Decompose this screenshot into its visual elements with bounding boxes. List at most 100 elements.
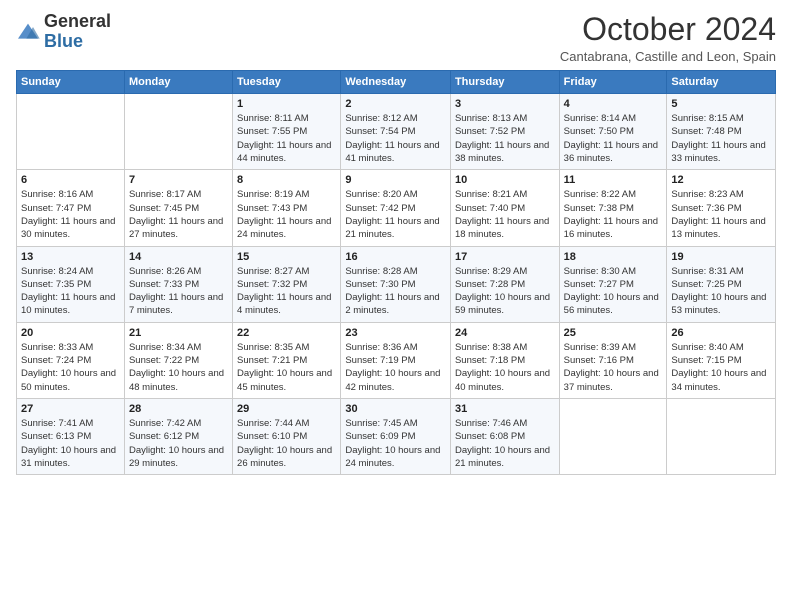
day-info: Sunrise: 8:13 AMSunset: 7:52 PMDaylight:…	[455, 112, 555, 165]
table-row: 16 Sunrise: 8:28 AMSunset: 7:30 PMDayligh…	[341, 246, 451, 322]
day-info: Sunrise: 8:39 AMSunset: 7:16 PMDaylight:…	[564, 341, 663, 394]
day-number: 20	[21, 327, 120, 339]
day-number: 14	[129, 251, 228, 263]
day-number: 6	[21, 174, 120, 186]
day-number: 31	[455, 403, 555, 415]
location-subtitle: Cantabrana, Castille and Leon, Spain	[560, 49, 776, 64]
table-row: 10Sunrise: 8:21 AMSunset: 7:40 PMDayligh…	[450, 170, 559, 246]
day-info: Sunrise: 7:41 AMSunset: 6:13 PMDaylight:…	[21, 417, 120, 470]
day-number: 1	[237, 98, 336, 110]
day-number: 12	[671, 174, 771, 186]
table-row: 21 Sunrise: 8:34 AMSunset: 7:22 PMDayligh…	[124, 322, 232, 398]
table-row: 12 Sunrise: 8:23 AMSunset: 7:36 PMDayligh…	[667, 170, 776, 246]
col-saturday: Saturday	[667, 71, 776, 94]
col-sunday: Sunday	[17, 71, 125, 94]
table-row: 29Sunrise: 7:44 AMSunset: 6:10 PMDayligh…	[233, 398, 341, 474]
table-row: 14 Sunrise: 8:26 AMSunset: 7:33 PMDayligh…	[124, 246, 232, 322]
day-number: 30	[345, 403, 446, 415]
logo-general-text: General	[44, 11, 111, 31]
day-info: Sunrise: 8:17 AMSunset: 7:45 PMDaylight:…	[129, 188, 228, 241]
logo-blue-text: Blue	[44, 31, 83, 51]
table-row: 11 Sunrise: 8:22 AMSunset: 7:38 PMDayligh…	[559, 170, 667, 246]
table-row: 31 Sunrise: 7:46 AMSunset: 6:08 PMDayligh…	[450, 398, 559, 474]
table-row: 17Sunrise: 8:29 AMSunset: 7:28 PMDayligh…	[450, 246, 559, 322]
col-friday: Friday	[559, 71, 667, 94]
day-number: 17	[455, 251, 555, 263]
table-row: 6 Sunrise: 8:16 AMSunset: 7:47 PMDaylight…	[17, 170, 125, 246]
table-row: 20 Sunrise: 8:33 AMSunset: 7:24 PMDayligh…	[17, 322, 125, 398]
day-info: Sunrise: 8:26 AMSunset: 7:33 PMDaylight:…	[129, 265, 228, 318]
day-number: 16	[345, 251, 446, 263]
day-number: 15	[237, 251, 336, 263]
day-info: Sunrise: 8:22 AMSunset: 7:38 PMDaylight:…	[564, 188, 663, 241]
col-wednesday: Wednesday	[341, 71, 451, 94]
day-info: Sunrise: 8:31 AMSunset: 7:25 PMDaylight:…	[671, 265, 771, 318]
table-row: 23 Sunrise: 8:36 AMSunset: 7:19 PMDayligh…	[341, 322, 451, 398]
day-number: 23	[345, 327, 446, 339]
table-row: 19 Sunrise: 8:31 AMSunset: 7:25 PMDayligh…	[667, 246, 776, 322]
day-number: 2	[345, 98, 446, 110]
table-row: 15Sunrise: 8:27 AMSunset: 7:32 PMDayligh…	[233, 246, 341, 322]
day-info: Sunrise: 8:15 AMSunset: 7:48 PMDaylight:…	[671, 112, 771, 165]
header: General Blue October 2024 Cantabrana, Ca…	[16, 12, 776, 64]
day-info: Sunrise: 8:21 AMSunset: 7:40 PMDaylight:…	[455, 188, 555, 241]
day-info: Sunrise: 8:28 AMSunset: 7:30 PMDaylight:…	[345, 265, 446, 318]
day-info: Sunrise: 8:20 AMSunset: 7:42 PMDaylight:…	[345, 188, 446, 241]
table-row: 7 Sunrise: 8:17 AMSunset: 7:45 PMDaylight…	[124, 170, 232, 246]
day-number: 5	[671, 98, 771, 110]
table-row: 22 Sunrise: 8:35 AMSunset: 7:21 PMDayligh…	[233, 322, 341, 398]
month-title: October 2024	[560, 12, 776, 47]
table-row	[17, 94, 125, 170]
day-number: 4	[564, 98, 663, 110]
day-number: 13	[21, 251, 120, 263]
col-thursday: Thursday	[450, 71, 559, 94]
day-number: 25	[564, 327, 663, 339]
day-number: 24	[455, 327, 555, 339]
logo: General Blue	[16, 12, 111, 52]
table-row: 30Sunrise: 7:45 AMSunset: 6:09 PMDayligh…	[341, 398, 451, 474]
day-number: 21	[129, 327, 228, 339]
day-number: 18	[564, 251, 663, 263]
day-info: Sunrise: 8:35 AMSunset: 7:21 PMDaylight:…	[237, 341, 336, 394]
calendar-table: Sunday Monday Tuesday Wednesday Thursday…	[16, 70, 776, 475]
day-info: Sunrise: 8:12 AMSunset: 7:54 PMDaylight:…	[345, 112, 446, 165]
table-row: 18Sunrise: 8:30 AMSunset: 7:27 PMDayligh…	[559, 246, 667, 322]
day-number: 9	[345, 174, 446, 186]
table-row: 28Sunrise: 7:42 AMSunset: 6:12 PMDayligh…	[124, 398, 232, 474]
table-row: 8 Sunrise: 8:19 AMSunset: 7:43 PMDaylight…	[233, 170, 341, 246]
day-number: 7	[129, 174, 228, 186]
table-row	[124, 94, 232, 170]
table-row: 27 Sunrise: 7:41 AMSunset: 6:13 PMDayligh…	[17, 398, 125, 474]
table-row	[667, 398, 776, 474]
day-info: Sunrise: 8:16 AMSunset: 7:47 PMDaylight:…	[21, 188, 120, 241]
table-row: 24 Sunrise: 8:38 AMSunset: 7:18 PMDayligh…	[450, 322, 559, 398]
day-info: Sunrise: 7:46 AMSunset: 6:08 PMDaylight:…	[455, 417, 555, 470]
day-info: Sunrise: 8:34 AMSunset: 7:22 PMDaylight:…	[129, 341, 228, 394]
day-number: 22	[237, 327, 336, 339]
day-info: Sunrise: 8:11 AMSunset: 7:55 PMDaylight:…	[237, 112, 336, 165]
day-info: Sunrise: 8:14 AMSunset: 7:50 PMDaylight:…	[564, 112, 663, 165]
day-info: Sunrise: 8:40 AMSunset: 7:15 PMDaylight:…	[671, 341, 771, 394]
table-row: 5 Sunrise: 8:15 AMSunset: 7:48 PMDaylight…	[667, 94, 776, 170]
title-block: October 2024 Cantabrana, Castille and Le…	[560, 12, 776, 64]
day-info: Sunrise: 7:42 AMSunset: 6:12 PMDaylight:…	[129, 417, 228, 470]
day-number: 11	[564, 174, 663, 186]
calendar-page: General Blue October 2024 Cantabrana, Ca…	[0, 0, 792, 612]
day-number: 8	[237, 174, 336, 186]
day-info: Sunrise: 8:23 AMSunset: 7:36 PMDaylight:…	[671, 188, 771, 241]
day-number: 19	[671, 251, 771, 263]
day-info: Sunrise: 8:19 AMSunset: 7:43 PMDaylight:…	[237, 188, 336, 241]
day-number: 27	[21, 403, 120, 415]
day-number: 3	[455, 98, 555, 110]
day-info: Sunrise: 7:44 AMSunset: 6:10 PMDaylight:…	[237, 417, 336, 470]
col-tuesday: Tuesday	[233, 71, 341, 94]
logo-icon	[16, 22, 40, 42]
col-monday: Monday	[124, 71, 232, 94]
day-info: Sunrise: 8:38 AMSunset: 7:18 PMDaylight:…	[455, 341, 555, 394]
table-row: 1 Sunrise: 8:11 AMSunset: 7:55 PMDaylight…	[233, 94, 341, 170]
day-info: Sunrise: 8:36 AMSunset: 7:19 PMDaylight:…	[345, 341, 446, 394]
table-row: 9 Sunrise: 8:20 AMSunset: 7:42 PMDaylight…	[341, 170, 451, 246]
calendar-header-row: Sunday Monday Tuesday Wednesday Thursday…	[17, 71, 776, 94]
day-number: 26	[671, 327, 771, 339]
day-info: Sunrise: 8:33 AMSunset: 7:24 PMDaylight:…	[21, 341, 120, 394]
